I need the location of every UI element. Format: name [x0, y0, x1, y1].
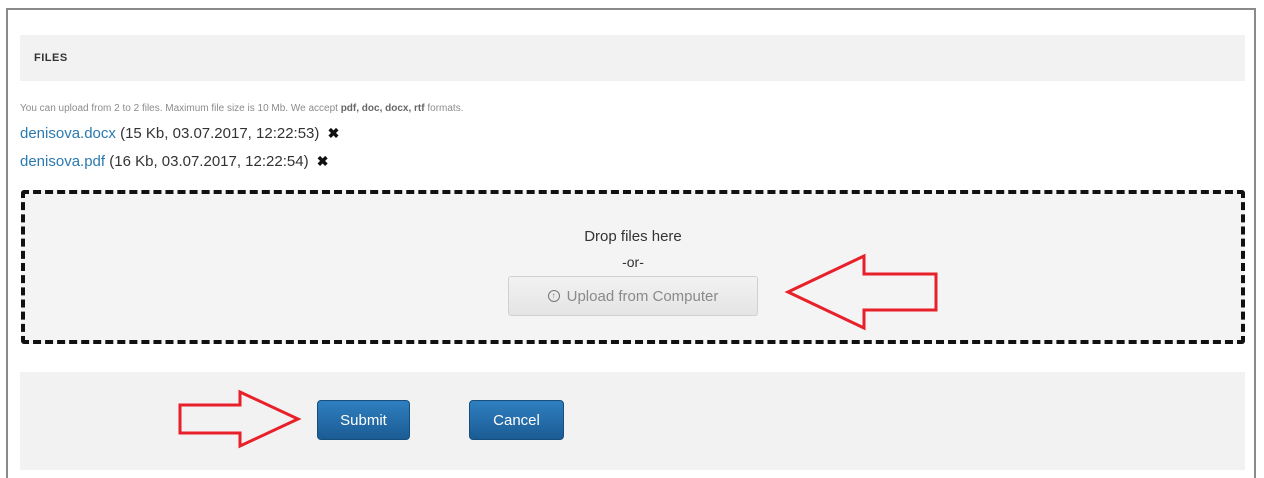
upload-circle-icon: ↑ [547, 290, 560, 302]
annotation-arrow-right-icon [178, 389, 302, 449]
section-title: FILES [34, 52, 68, 64]
dropzone-text: Drop files here [584, 228, 682, 245]
upload-from-computer-button[interactable]: ↑ Upload from Computer [508, 276, 758, 316]
upload-button-label: Upload from Computer [566, 287, 719, 305]
file-link[interactable]: denisova.docx [20, 125, 116, 142]
close-icon[interactable]: ✖ [317, 153, 329, 170]
file-row: denisova.docx (15 Kb, 03.07.2017, 12:22:… [20, 125, 339, 142]
cancel-button[interactable]: Cancel [469, 400, 564, 440]
submit-button-label: Submit [340, 411, 387, 429]
file-dropzone[interactable]: Drop files here -or- ↑ Upload from Compu… [21, 190, 1245, 344]
hint-prefix: You can upload from 2 to 2 files. Maximu… [20, 103, 341, 114]
submit-button[interactable]: Submit [317, 400, 410, 440]
hint-formats: pdf, doc, docx, rtf [340, 103, 425, 114]
file-row: denisova.pdf (16 Kb, 03.07.2017, 12:22:5… [20, 153, 328, 170]
cancel-button-label: Cancel [493, 411, 540, 429]
dropzone-or: -or- [622, 254, 644, 270]
file-link[interactable]: denisova.pdf [20, 153, 105, 170]
hint-suffix: formats. [424, 103, 464, 114]
close-icon[interactable]: ✖ [328, 125, 340, 142]
upload-hint: You can upload from 2 to 2 files. Maximu… [20, 103, 464, 114]
annotation-arrow-left-icon [784, 253, 938, 331]
files-section-header: FILES [20, 35, 1245, 81]
file-meta: (15 Kb, 03.07.2017, 12:22:53) [115, 125, 320, 142]
file-meta: (16 Kb, 03.07.2017, 12:22:54) [105, 153, 309, 170]
